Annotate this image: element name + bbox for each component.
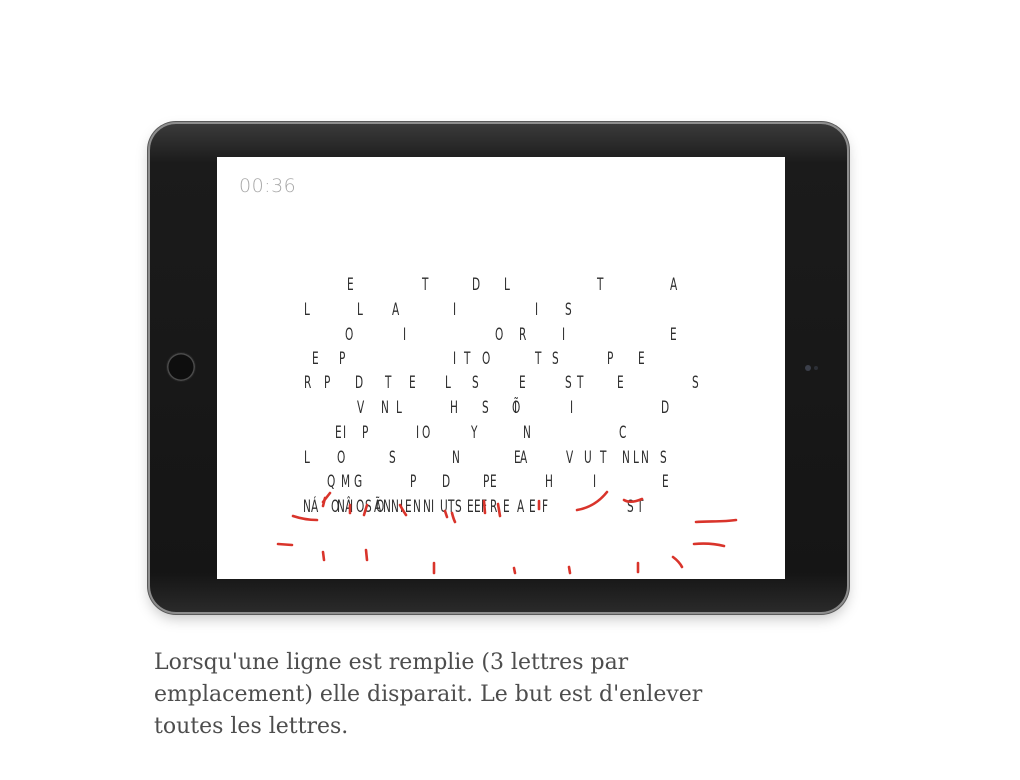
stroke-mark <box>321 550 326 562</box>
drawn-strokes <box>276 490 738 575</box>
home-button[interactable] <box>167 353 195 381</box>
stroke-mark <box>567 565 572 575</box>
stroke-mark <box>443 509 449 519</box>
tablet-device: 00:36 ETDLTALLAIISOIORIEEPITOTSPERPDTELS… <box>150 124 847 612</box>
stroke-mark <box>291 514 319 522</box>
stroke-mark <box>482 499 487 515</box>
stroke-mark <box>364 548 369 562</box>
stroke-mark <box>692 542 726 548</box>
stroke-mark <box>496 502 502 518</box>
caption-line: emplacement) elle disparait. Le but est … <box>154 682 703 707</box>
stroke-mark <box>450 511 457 524</box>
caption-line: toutes les lettres. <box>154 714 349 739</box>
caption-line: Lorsqu'une ligne est remplie (3 lettres … <box>154 650 629 675</box>
stroke-mark <box>398 503 408 517</box>
game-screen[interactable]: 00:36 ETDLTALLAIISOIORIEEPITOTSPERPDTELS… <box>217 157 785 579</box>
stroke-mark <box>362 503 369 517</box>
camera-icon <box>805 365 811 371</box>
stroke-mark <box>622 497 644 504</box>
stroke-mark <box>575 490 609 512</box>
stroke-mark <box>671 555 684 569</box>
stroke-mark <box>276 542 294 547</box>
stroke-mark <box>512 566 517 575</box>
stroke-mark <box>694 518 738 524</box>
instruction-caption: Lorsqu'une ligne est remplie (3 lettres … <box>154 647 854 743</box>
